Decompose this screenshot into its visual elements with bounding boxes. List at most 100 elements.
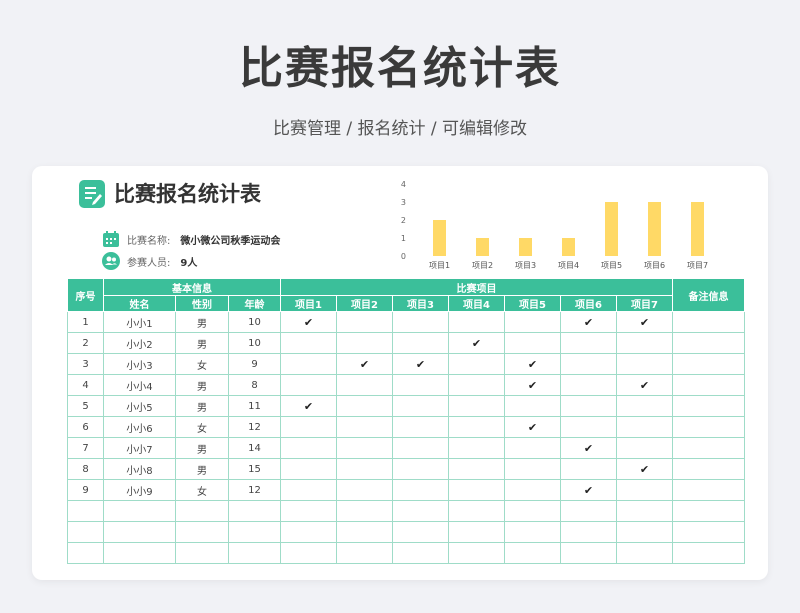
empty-cell[interactable] (67, 542, 104, 564)
empty-cell[interactable] (67, 521, 104, 543)
event-cell-7[interactable]: ✔ (616, 311, 673, 333)
event-cell-2[interactable] (336, 479, 393, 501)
event-cell-4[interactable] (448, 437, 505, 459)
empty-cell[interactable] (67, 500, 104, 522)
empty-cell[interactable] (616, 542, 673, 564)
empty-cell[interactable] (392, 542, 449, 564)
row-notes[interactable] (672, 374, 745, 396)
row-notes[interactable] (672, 311, 745, 333)
event-cell-7[interactable] (616, 395, 673, 417)
event-cell-5[interactable] (504, 437, 561, 459)
event-cell-2[interactable]: ✔ (336, 353, 393, 375)
row-age[interactable]: 12 (228, 416, 281, 438)
empty-cell[interactable] (336, 542, 393, 564)
event-cell-3[interactable] (392, 437, 449, 459)
empty-cell[interactable] (448, 521, 505, 543)
row-name[interactable]: 小小9 (103, 479, 176, 501)
empty-cell[interactable] (560, 521, 617, 543)
empty-cell[interactable] (392, 521, 449, 543)
event-cell-1[interactable] (280, 458, 337, 480)
row-age[interactable]: 10 (228, 332, 281, 354)
empty-cell[interactable] (616, 500, 673, 522)
event-cell-3[interactable] (392, 374, 449, 396)
empty-cell[interactable] (560, 542, 617, 564)
event-cell-5[interactable]: ✔ (504, 353, 561, 375)
event-cell-5[interactable] (504, 479, 561, 501)
empty-cell[interactable] (103, 542, 176, 564)
event-cell-6[interactable] (560, 332, 617, 354)
row-notes[interactable] (672, 416, 745, 438)
event-cell-7[interactable] (616, 332, 673, 354)
event-cell-6[interactable]: ✔ (560, 479, 617, 501)
event-cell-6[interactable] (560, 374, 617, 396)
event-cell-7[interactable] (616, 479, 673, 501)
empty-cell[interactable] (280, 542, 337, 564)
event-cell-4[interactable] (448, 416, 505, 438)
row-notes[interactable] (672, 437, 745, 459)
event-cell-1[interactable] (280, 332, 337, 354)
empty-cell[interactable] (616, 521, 673, 543)
event-cell-1[interactable]: ✔ (280, 311, 337, 333)
empty-cell[interactable] (280, 521, 337, 543)
row-index[interactable]: 4 (67, 374, 104, 396)
event-cell-5[interactable]: ✔ (504, 416, 561, 438)
event-cell-5[interactable] (504, 311, 561, 333)
event-cell-6[interactable]: ✔ (560, 311, 617, 333)
row-gender[interactable]: 男 (175, 374, 229, 396)
event-cell-7[interactable] (616, 437, 673, 459)
row-gender[interactable]: 男 (175, 311, 229, 333)
empty-cell[interactable] (228, 521, 281, 543)
empty-cell[interactable] (672, 500, 745, 522)
empty-cell[interactable] (228, 500, 281, 522)
row-index[interactable]: 7 (67, 437, 104, 459)
empty-cell[interactable] (448, 500, 505, 522)
row-index[interactable]: 3 (67, 353, 104, 375)
empty-cell[interactable] (228, 542, 281, 564)
event-cell-4[interactable] (448, 458, 505, 480)
event-cell-5[interactable]: ✔ (504, 374, 561, 396)
event-cell-5[interactable] (504, 332, 561, 354)
empty-cell[interactable] (175, 521, 229, 543)
event-cell-4[interactable] (448, 395, 505, 417)
empty-cell[interactable] (560, 500, 617, 522)
event-cell-1[interactable] (280, 416, 337, 438)
empty-cell[interactable] (336, 500, 393, 522)
row-index[interactable]: 8 (67, 458, 104, 480)
event-cell-2[interactable] (336, 416, 393, 438)
empty-cell[interactable] (504, 500, 561, 522)
row-gender[interactable]: 男 (175, 395, 229, 417)
event-cell-3[interactable] (392, 458, 449, 480)
event-cell-7[interactable] (616, 353, 673, 375)
event-cell-3[interactable] (392, 416, 449, 438)
row-age[interactable]: 15 (228, 458, 281, 480)
empty-cell[interactable] (175, 542, 229, 564)
row-name[interactable]: 小小7 (103, 437, 176, 459)
event-cell-2[interactable] (336, 332, 393, 354)
empty-cell[interactable] (103, 521, 176, 543)
event-cell-3[interactable] (392, 395, 449, 417)
row-gender[interactable]: 女 (175, 416, 229, 438)
row-name[interactable]: 小小3 (103, 353, 176, 375)
event-cell-1[interactable] (280, 437, 337, 459)
event-cell-1[interactable] (280, 353, 337, 375)
event-cell-1[interactable]: ✔ (280, 395, 337, 417)
event-cell-6[interactable]: ✔ (560, 437, 617, 459)
event-cell-7[interactable]: ✔ (616, 374, 673, 396)
row-gender[interactable]: 男 (175, 437, 229, 459)
row-gender[interactable]: 男 (175, 458, 229, 480)
empty-cell[interactable] (504, 542, 561, 564)
row-age[interactable]: 11 (228, 395, 281, 417)
row-age[interactable]: 10 (228, 311, 281, 333)
empty-cell[interactable] (672, 542, 745, 564)
row-name[interactable]: 小小4 (103, 374, 176, 396)
row-index[interactable]: 9 (67, 479, 104, 501)
row-age[interactable]: 12 (228, 479, 281, 501)
row-notes[interactable] (672, 458, 745, 480)
row-name[interactable]: 小小1 (103, 311, 176, 333)
row-notes[interactable] (672, 395, 745, 417)
event-cell-7[interactable]: ✔ (616, 458, 673, 480)
row-index[interactable]: 2 (67, 332, 104, 354)
row-notes[interactable] (672, 353, 745, 375)
event-cell-6[interactable] (560, 416, 617, 438)
empty-cell[interactable] (392, 500, 449, 522)
